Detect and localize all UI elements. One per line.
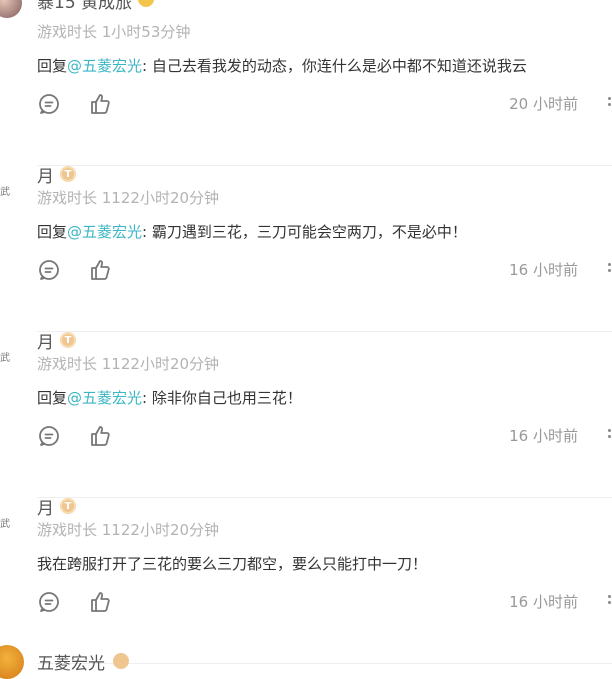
mention-link[interactable]: @五菱宏光 (67, 389, 142, 407)
comment-body: : 霸刀遇到三花，三刀可能会空两刀，不是必中！ (142, 223, 467, 241)
comment-time: 16 小时前 (509, 593, 578, 611)
comment-icon[interactable] (37, 590, 61, 614)
comment-time: 16 小时前 (509, 427, 578, 445)
thumbs-up-icon[interactable] (88, 424, 112, 448)
more-vertical-icon[interactable] (606, 94, 612, 114)
commenter-name[interactable]: 月 (37, 162, 54, 187)
comment-body: : 除非你自己也用三花！ (142, 389, 302, 407)
level-badge-icon: T (60, 498, 76, 514)
playtime-text: 游戏时长 1122小时20分钟 (37, 355, 220, 373)
comment-icon[interactable] (37, 424, 61, 448)
commenter-name[interactable]: 月 (37, 328, 54, 353)
comment-item: 暴15 黄成旅 游戏时长 1小时53分钟 回复@五菱宏光: 自己去看我发的动态，… (0, 0, 612, 166)
thumbs-up-icon[interactable] (88, 92, 112, 116)
comment-item: 武 月 T 游戏时长 1122小时20分钟 我在跨服打开了三花的要么三刀都空，要… (0, 498, 612, 664)
commenter-name[interactable]: 五菱宏光 (37, 649, 105, 674)
level-badge-icon: T (60, 166, 76, 182)
commenter-name[interactable]: 暴15 黄成旅 (37, 0, 132, 13)
more-vertical-icon[interactable] (606, 260, 612, 280)
comment-time: 20 小时前 (509, 95, 578, 113)
comment-icon[interactable] (37, 92, 61, 116)
comment-icon[interactable] (37, 258, 61, 282)
playtime-text: 游戏时长 1122小时20分钟 (37, 189, 220, 207)
comment-list: 暴15 黄成旅 游戏时长 1小时53分钟 回复@五菱宏光: 自己去看我发的动态，… (0, 0, 612, 679)
mention-link[interactable]: @五菱宏光 (67, 57, 142, 75)
level-badge-icon (138, 0, 154, 7)
reply-prefix: 回复 (37, 57, 68, 75)
more-vertical-icon[interactable] (606, 426, 612, 446)
thumbs-up-icon[interactable] (88, 590, 112, 614)
comment-body: : 自己去看我发的动态，你连什么是必中都不知道还说我云 (142, 57, 527, 75)
avatar[interactable] (0, 0, 22, 18)
comment-text: 回复@五菱宏光: 自己去看我发的动态，你连什么是必中都不知道还说我云 (37, 55, 527, 76)
comment-item: 武 月 T 游戏时长 1122小时20分钟 回复@五菱宏光: 霸刀遇到三花，三刀… (0, 166, 612, 332)
comment-text: 回复@五菱宏光: 除非你自己也用三花！ (37, 387, 302, 408)
comment-item: 武 月 T 游戏时长 1122小时20分钟 回复@五菱宏光: 除非你自己也用三花… (0, 332, 612, 498)
thumbs-up-icon[interactable] (88, 258, 112, 282)
comment-text: 我在跨服打开了三花的要么三刀都空，要么只能打中一刀！ (37, 555, 428, 573)
avatar[interactable]: 武 (0, 352, 10, 366)
more-vertical-icon[interactable] (606, 592, 612, 612)
mention-link[interactable]: @五菱宏光 (67, 223, 142, 241)
reply-prefix: 回复 (37, 389, 68, 407)
comment-text: 回复@五菱宏光: 霸刀遇到三花，三刀可能会空两刀，不是必中！ (37, 221, 467, 242)
comment-time: 16 小时前 (509, 261, 578, 279)
level-badge-icon: T (60, 332, 76, 348)
playtime-text: 游戏时长 1122小时20分钟 (37, 521, 220, 539)
playtime-text: 游戏时长 1小时53分钟 (37, 23, 191, 41)
commenter-name[interactable]: 月 (37, 494, 54, 519)
avatar[interactable]: 武 (0, 518, 10, 532)
level-badge-icon (113, 653, 129, 669)
reply-prefix: 回复 (37, 223, 68, 241)
avatar[interactable]: 武 (0, 186, 10, 200)
